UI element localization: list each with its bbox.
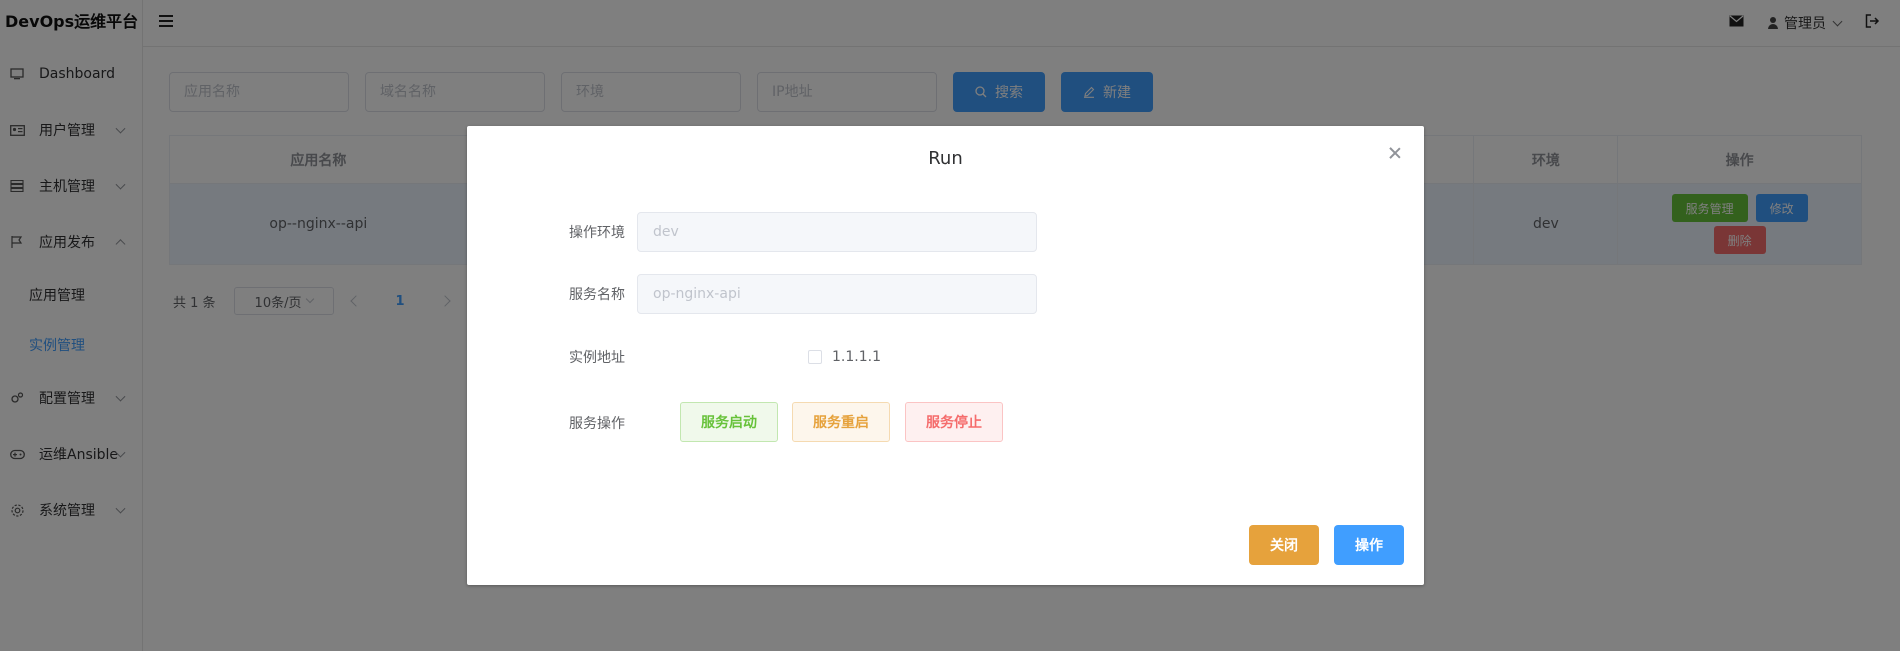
service-op-label: 服务操作 — [569, 416, 625, 432]
env-label: 操作环境 — [569, 225, 625, 241]
close-button[interactable]: 关闭 — [1249, 525, 1319, 565]
instance-checkbox[interactable]: 1.1.1.1 — [808, 349, 881, 365]
instance-ip: 1.1.1.1 — [832, 349, 881, 365]
service-name-field: op-nginx-api — [637, 274, 1037, 314]
run-dialog: Run 操作环境 dev 服务名称 op-nginx-api 实例地址 1.1.… — [467, 126, 1424, 585]
submit-button[interactable]: 操作 — [1334, 525, 1404, 565]
service-restart-button[interactable]: 服务重启 — [792, 402, 890, 442]
close-icon[interactable] — [1388, 146, 1402, 160]
env-field: dev — [637, 212, 1037, 252]
checkbox-box[interactable] — [808, 350, 822, 364]
service-start-button[interactable]: 服务启动 — [680, 402, 778, 442]
instance-address-label: 实例地址 — [569, 350, 625, 366]
dialog-title: Run — [928, 148, 963, 169]
service-name-label: 服务名称 — [569, 287, 625, 303]
service-stop-button[interactable]: 服务停止 — [905, 402, 1003, 442]
